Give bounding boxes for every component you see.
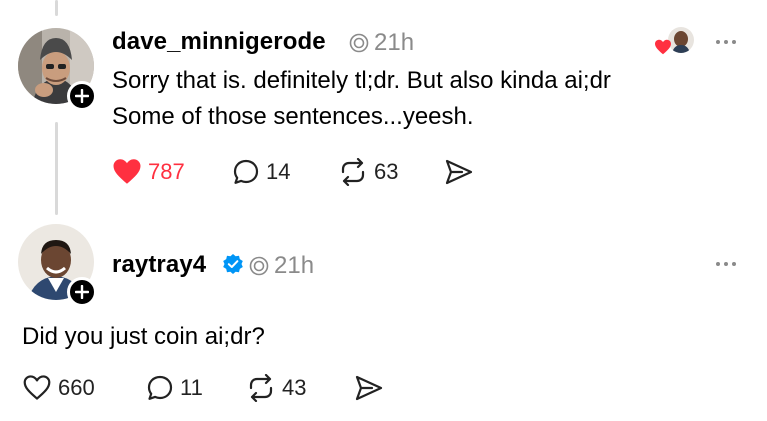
username[interactable]: dave_minnigerode <box>112 28 326 56</box>
follow-button[interactable] <box>67 81 97 111</box>
follow-button[interactable] <box>67 277 97 307</box>
like-count: 787 <box>148 158 185 184</box>
username[interactable]: raytray4 <box>112 251 206 279</box>
post-text-line-1: Sorry that is. definitely tl;dr. But als… <box>112 67 611 94</box>
speech-bubble-icon <box>147 375 173 400</box>
reply-count: 14 <box>266 159 291 184</box>
plus-icon <box>75 89 89 103</box>
repost-button[interactable]: 43 <box>246 374 306 402</box>
heart-filled-icon <box>113 159 141 184</box>
speech-bubble-icon <box>233 159 259 184</box>
more-horizontal-icon <box>716 262 720 266</box>
share-button[interactable] <box>354 374 384 402</box>
post-text-line-1: Did you just coin ai;dr? <box>22 323 265 350</box>
reply-button[interactable]: 11 <box>146 374 203 402</box>
repost-count: 63 <box>374 159 399 184</box>
more-horizontal-icon <box>716 40 720 44</box>
post-timestamp: 21h <box>248 252 314 280</box>
threads-reply-icon <box>349 33 369 53</box>
thread-connector <box>55 122 58 215</box>
heart-outline-icon <box>23 375 51 400</box>
repost-count: 43 <box>282 375 307 400</box>
repost-icon <box>249 374 273 402</box>
reply-count: 11 <box>180 375 203 400</box>
more-options-button[interactable] <box>716 262 736 266</box>
post-timestamp: 21h <box>348 29 414 57</box>
send-icon <box>355 375 383 401</box>
thread-connector-top <box>55 0 58 16</box>
repost-icon <box>341 158 365 186</box>
verified-badge-icon <box>223 254 243 274</box>
time-label: 21h <box>274 252 315 279</box>
repost-button[interactable]: 63 <box>338 158 398 186</box>
share-button[interactable] <box>444 158 474 186</box>
send-icon <box>445 159 473 185</box>
more-options-button[interactable] <box>716 40 736 44</box>
threads-reply-icon <box>249 256 269 276</box>
post-text-line-2: Some of those sentences...yeesh. <box>112 103 474 130</box>
reply-button[interactable]: 14 <box>232 158 290 186</box>
like-button[interactable]: 660 <box>22 374 95 401</box>
small-heart-icon <box>655 39 671 55</box>
author-liked-indicator <box>654 27 698 57</box>
like-count: 660 <box>58 374 95 400</box>
time-label: 21h <box>374 29 415 56</box>
like-button[interactable]: 787 <box>112 158 185 185</box>
plus-icon <box>75 285 89 299</box>
